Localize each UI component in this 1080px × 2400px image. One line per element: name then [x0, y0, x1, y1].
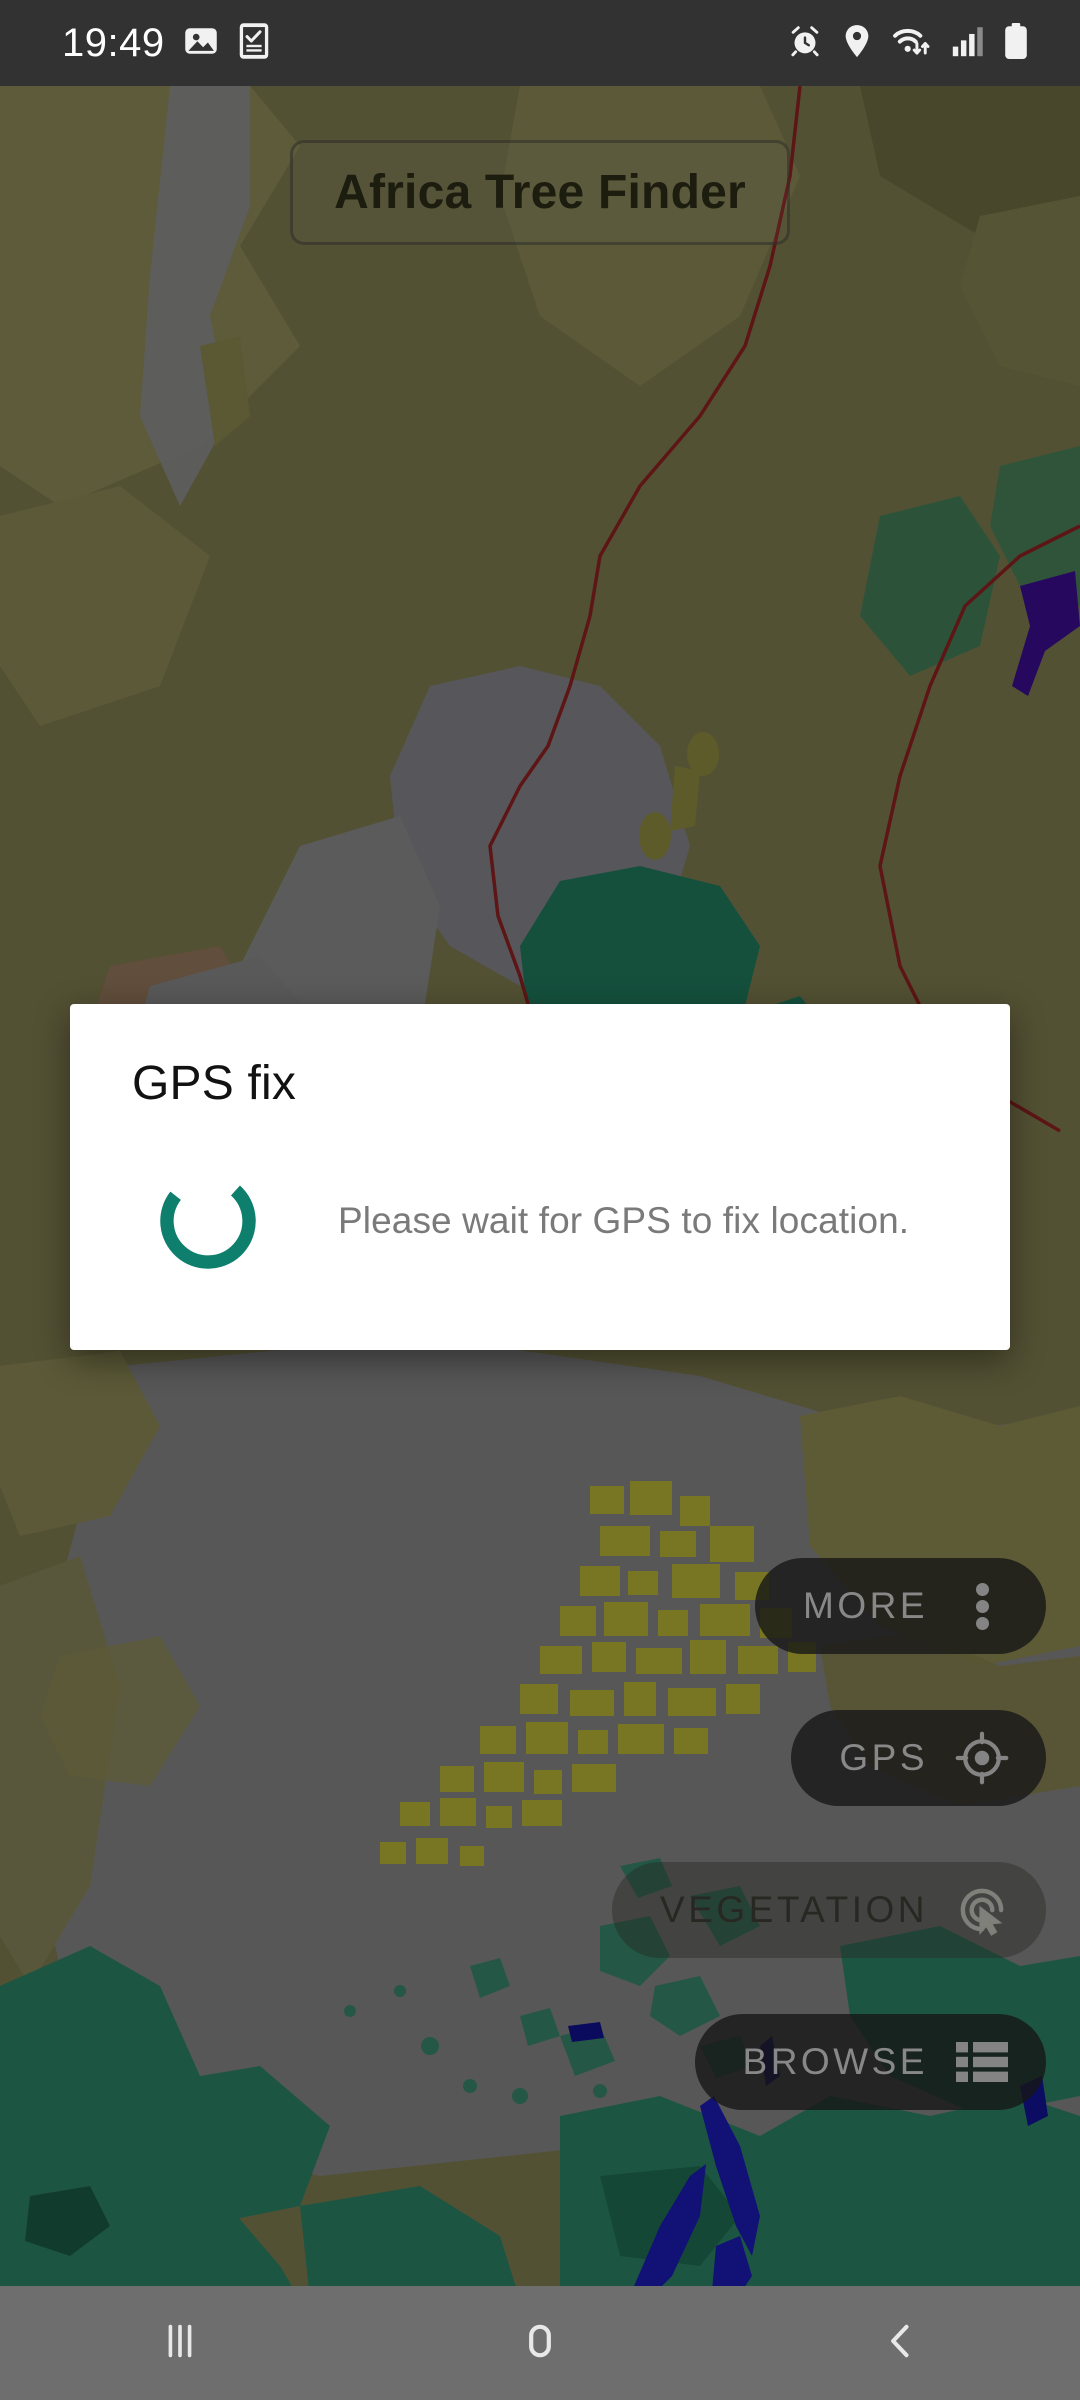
dialog-title: GPS fix: [132, 1057, 297, 1110]
back-button[interactable]: [810, 2286, 990, 2400]
recents-icon: [157, 2317, 203, 2370]
back-chevron-icon: [877, 2317, 923, 2370]
photo-image-icon: [183, 23, 219, 64]
battery-icon: [1004, 22, 1028, 64]
phone-screen: Africa Tree Finder MORE GPS VEGETATION B…: [0, 0, 1080, 2400]
alarm-clock-icon: [788, 24, 822, 63]
recents-button[interactable]: [90, 2286, 270, 2400]
device-checklist-icon: [237, 22, 271, 65]
status-bar: 19:49: [0, 0, 1080, 86]
system-navigation-bar: [0, 2286, 1080, 2400]
dialog-message: Please wait for GPS to fix location.: [338, 1200, 910, 1241]
dialog-body: Please wait for GPS to fix location.: [132, 1167, 966, 1275]
wifi-transfer-icon: [892, 24, 932, 63]
cellular-signal-icon: [952, 25, 984, 62]
loading-spinner-icon: [160, 1173, 256, 1269]
status-bar-left: 19:49: [62, 21, 271, 66]
home-button[interactable]: [450, 2286, 630, 2400]
status-bar-clock: 19:49: [62, 20, 165, 65]
gps-fix-dialog: GPS fix Please wait for GPS to fix locat…: [70, 1004, 1010, 1350]
home-icon: [517, 2317, 563, 2370]
status-bar-right: [788, 22, 1050, 64]
location-pin-icon: [842, 24, 872, 63]
